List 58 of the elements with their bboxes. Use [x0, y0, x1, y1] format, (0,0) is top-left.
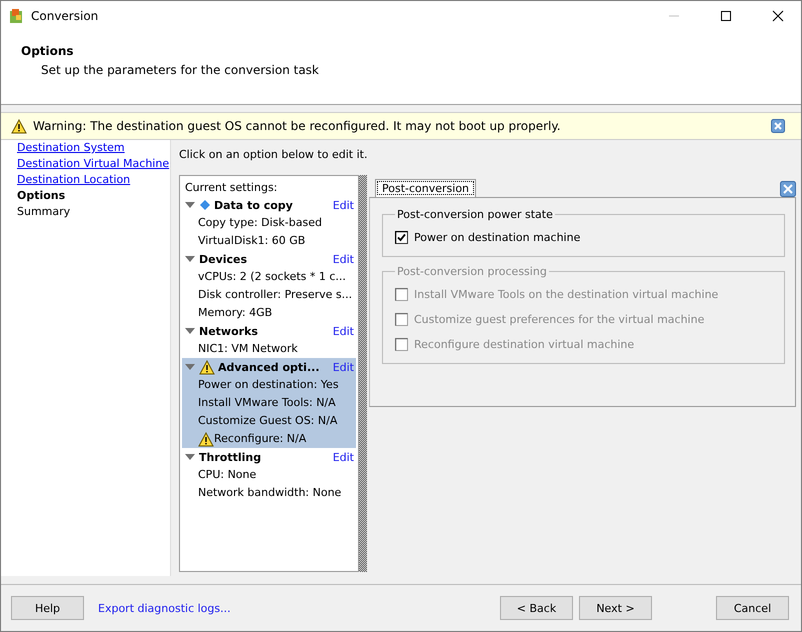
nav-item[interactable]: Destination Location — [17, 172, 130, 188]
section-title: Throttling — [199, 450, 262, 464]
expander-icon[interactable] — [184, 255, 196, 263]
nav-item[interactable]: Destination System — [17, 140, 125, 156]
warning-message: Warning: The destination guest OS cannot be reconfigured. It may not boot up properly. — [33, 119, 561, 133]
warning-icon — [199, 360, 215, 374]
warning-icon — [11, 118, 27, 134]
close-icon[interactable] — [772, 10, 784, 22]
splitter-handle[interactable] — [359, 175, 367, 572]
diamond-icon — [199, 199, 211, 211]
edit-link[interactable]: Edit — [332, 198, 354, 212]
maximize-icon[interactable] — [720, 10, 732, 22]
setting-value: Power on destination: Yes — [198, 377, 339, 393]
setting-value: CPU: None — [198, 467, 256, 483]
edit-link[interactable]: Edit — [332, 450, 354, 464]
setting-value: Copy type: Disk-based — [198, 215, 322, 231]
setting-value: Disk controller: Preserve s... — [198, 287, 352, 303]
setting-value: Customize Guest OS: N/A — [198, 413, 338, 429]
settings-section[interactable]: Networks Edit NIC1: VM Network — [182, 322, 356, 358]
checkbox-option[interactable]: Power on destination machine — [395, 225, 776, 250]
section-title: Networks — [199, 324, 258, 338]
section-title: Data to copy — [214, 198, 293, 212]
instruction-text: Click on an option below to edit it. — [179, 148, 368, 161]
settings-section[interactable]: Advanced opti... Edit Power on destination: Yes Install VMware Tools: N/A Customize Guest OS: N/A Reconfigure: N/A — [182, 358, 356, 448]
setting-value: VirtualDisk1: 60 GB — [198, 233, 306, 249]
window-title: Conversion — [31, 9, 98, 23]
section-title: Devices — [199, 252, 248, 266]
back-button[interactable]: < Back — [500, 596, 573, 620]
expander-icon[interactable] — [184, 453, 196, 461]
settings-section[interactable]: Devices Edit vCPUs: 2 (2 sockets * 1 c... Disk controller: Preserve s... Memory: 4GB — [182, 250, 356, 322]
edit-link[interactable]: Edit — [332, 252, 354, 266]
page-title: Options — [21, 44, 75, 58]
section-title: Advanced opti... — [218, 360, 320, 374]
checkbox[interactable] — [395, 231, 408, 244]
expander-icon[interactable] — [184, 201, 196, 209]
edit-link[interactable]: Edit — [332, 324, 354, 338]
setting-value: Reconfigure: N/A — [214, 431, 306, 447]
settings-section[interactable]: Data to copy Edit Copy type: Disk-based VirtualDisk1: 60 GB — [182, 196, 356, 250]
setting-value: NIC1: VM Network — [198, 341, 298, 357]
setting-value: Install VMware Tools: N/A — [198, 395, 336, 411]
setting-value: Network bandwidth: None — [198, 485, 342, 501]
settings-section[interactable]: Throttling Edit CPU: None Network bandwidth: None — [182, 448, 356, 502]
tab[interactable]: Post-conversion — [375, 179, 476, 197]
expander-icon[interactable] — [184, 363, 196, 371]
setting-value: Memory: 4GB — [198, 305, 272, 321]
cancel-button[interactable]: Cancel — [716, 596, 789, 620]
export-logs-link[interactable]: Export diagnostic logs... — [98, 602, 231, 614]
page-subtitle: Set up the parameters for the conversion task — [41, 63, 320, 77]
setting-value: vCPUs: 2 (2 sockets * 1 c... — [198, 269, 346, 285]
edit-link[interactable]: Edit — [332, 360, 354, 374]
nav-item[interactable]: Destination Virtual Machine — [17, 156, 170, 172]
app-icon — [9, 8, 25, 24]
settings-caption: Current settings: — [184, 180, 278, 196]
group-title: Post-conversion processing — [396, 265, 548, 278]
expander-icon[interactable] — [184, 327, 196, 335]
next-button[interactable]: Next > — [579, 596, 652, 620]
group-title: Post-conversion power state — [396, 208, 554, 221]
help-button[interactable]: Help — [11, 596, 84, 620]
